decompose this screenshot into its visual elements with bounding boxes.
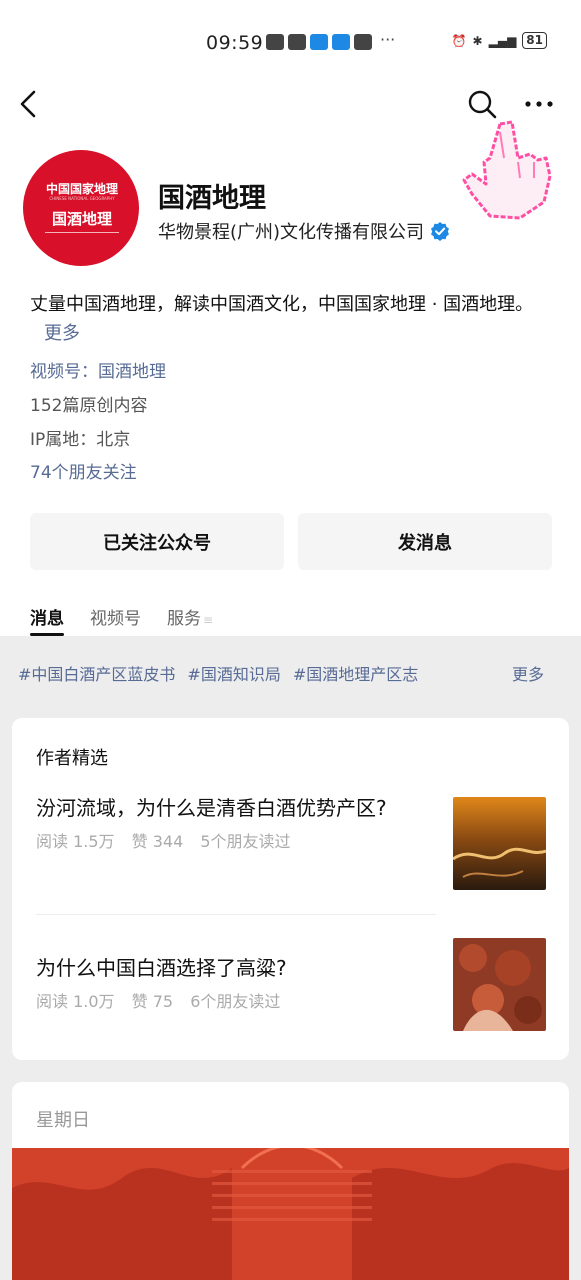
send-message-button[interactable]: 发消息	[298, 513, 552, 570]
article-likes: 赞 75	[131, 992, 174, 1011]
verified-badge-icon	[431, 222, 450, 241]
article-meta: 阅读 1.0万 赞 75 6个朋友读过	[36, 988, 436, 1012]
account-company[interactable]: 华物景程(广州)文化传播有限公司	[158, 218, 450, 244]
tab-video[interactable]: 视频号	[90, 604, 141, 636]
article-reads: 阅读 1.0万	[36, 992, 115, 1011]
hashtag[interactable]: #中国白酒产区蓝皮书	[18, 661, 175, 685]
notification-icon	[354, 34, 372, 50]
avatar-divider	[45, 232, 119, 233]
article-cover-image[interactable]	[12, 1148, 569, 1280]
card-title: 作者精选	[36, 748, 108, 769]
notification-icon	[332, 34, 350, 50]
notification-icon	[310, 34, 328, 50]
profile-header: 09:59 ··· ⏰ ✱ ▂▄▆ 81 中国国家地理 CHINESE NATI…	[0, 0, 581, 636]
alarm-icon: ⏰	[451, 33, 467, 48]
tab-messages[interactable]: 消息	[30, 604, 64, 636]
hashtag[interactable]: #国酒地理产区志	[293, 661, 418, 685]
status-time: 09:59	[206, 32, 264, 54]
bluetooth-icon: ✱	[472, 33, 483, 48]
friends-follow-link[interactable]: 74个朋友关注	[30, 458, 137, 483]
search-icon[interactable]	[464, 86, 500, 122]
menu-icon: ≡	[203, 613, 214, 627]
hashtags-more-link[interactable]: 更多	[512, 661, 544, 685]
divider	[36, 914, 436, 915]
status-bar: 09:59 ··· ⏰ ✱ ▂▄▆ 81	[0, 30, 581, 56]
author-selection-card: 作者精选 汾河流域，为什么是清香白酒优势产区? 阅读 1.5万 赞 344 5个…	[12, 718, 569, 1060]
system-indicators: ⏰ ✱ ▂▄▆ 81	[452, 32, 547, 49]
notification-icon	[288, 34, 306, 50]
signal-icon: ▂▄▆	[488, 33, 517, 48]
original-count: 152篇原创内容	[30, 396, 148, 416]
article-meta: 阅读 1.5万 赞 344 5个朋友读过	[36, 828, 436, 852]
avatar-logo-name: 国酒地理	[51, 210, 112, 228]
avatar-logo-text: 中国国家地理	[45, 182, 118, 196]
description-text: 丈量中国酒地理，解读中国酒文化，中国国家地理 · 国酒地理。	[30, 294, 534, 315]
avatar-logo-subtext: CHINESE NATIONAL GEOGRAPHY	[49, 196, 115, 201]
article-likes: 赞 344	[131, 832, 184, 851]
article-friends: 6个朋友读过	[190, 992, 281, 1011]
day-label: 星期日	[36, 1110, 90, 1131]
hashtag[interactable]: #国酒知识局	[187, 661, 280, 685]
message-day-card: 星期日	[12, 1082, 569, 1280]
account-avatar[interactable]: 中国国家地理 CHINESE NATIONAL GEOGRAPHY 国酒地理	[23, 150, 139, 266]
followed-button[interactable]: 已关注公众号	[30, 513, 284, 570]
back-icon[interactable]	[14, 86, 46, 122]
article-thumbnail[interactable]	[453, 797, 546, 890]
notification-icon	[266, 34, 284, 50]
tab-services-label: 服务	[167, 609, 201, 629]
article-title: 为什么中国白酒选择了高粱?	[36, 956, 287, 980]
pointer-hand-icon	[462, 120, 552, 220]
tab-services[interactable]: 服务 ≡	[167, 604, 213, 636]
account-description: 丈量中国酒地理，解读中国酒文化，中国国家地理 · 国酒地理。更多	[30, 290, 556, 348]
article-friends: 5个朋友读过	[200, 832, 291, 851]
account-name: 国酒地理	[158, 183, 266, 214]
more-options-icon[interactable]	[520, 86, 560, 122]
company-name: 华物景程(广州)文化传播有限公司	[158, 222, 425, 243]
description-more-link[interactable]: 更多	[44, 323, 80, 344]
article-thumbnail[interactable]	[453, 938, 546, 1031]
more-notifications-icon: ···	[380, 30, 396, 49]
article-title: 汾河流域，为什么是清香白酒优势产区?	[36, 796, 387, 820]
hashtag-list: #中国白酒产区蓝皮书 #国酒知识局 #国酒地理产区志	[18, 661, 418, 685]
article-item[interactable]: 汾河流域，为什么是清香白酒优势产区? 阅读 1.5万 赞 344 5个朋友读过	[36, 792, 436, 852]
article-item[interactable]: 为什么中国白酒选择了高粱? 阅读 1.0万 赞 75 6个朋友读过	[36, 952, 436, 1012]
ip-location: IP属地：北京	[30, 430, 131, 450]
profile-tabs: 消息 视频号 服务 ≡	[30, 604, 213, 636]
article-reads: 阅读 1.5万	[36, 832, 115, 851]
battery-icon: 81	[522, 32, 547, 49]
video-channel-link[interactable]: 视频号：国酒地理	[30, 357, 166, 382]
